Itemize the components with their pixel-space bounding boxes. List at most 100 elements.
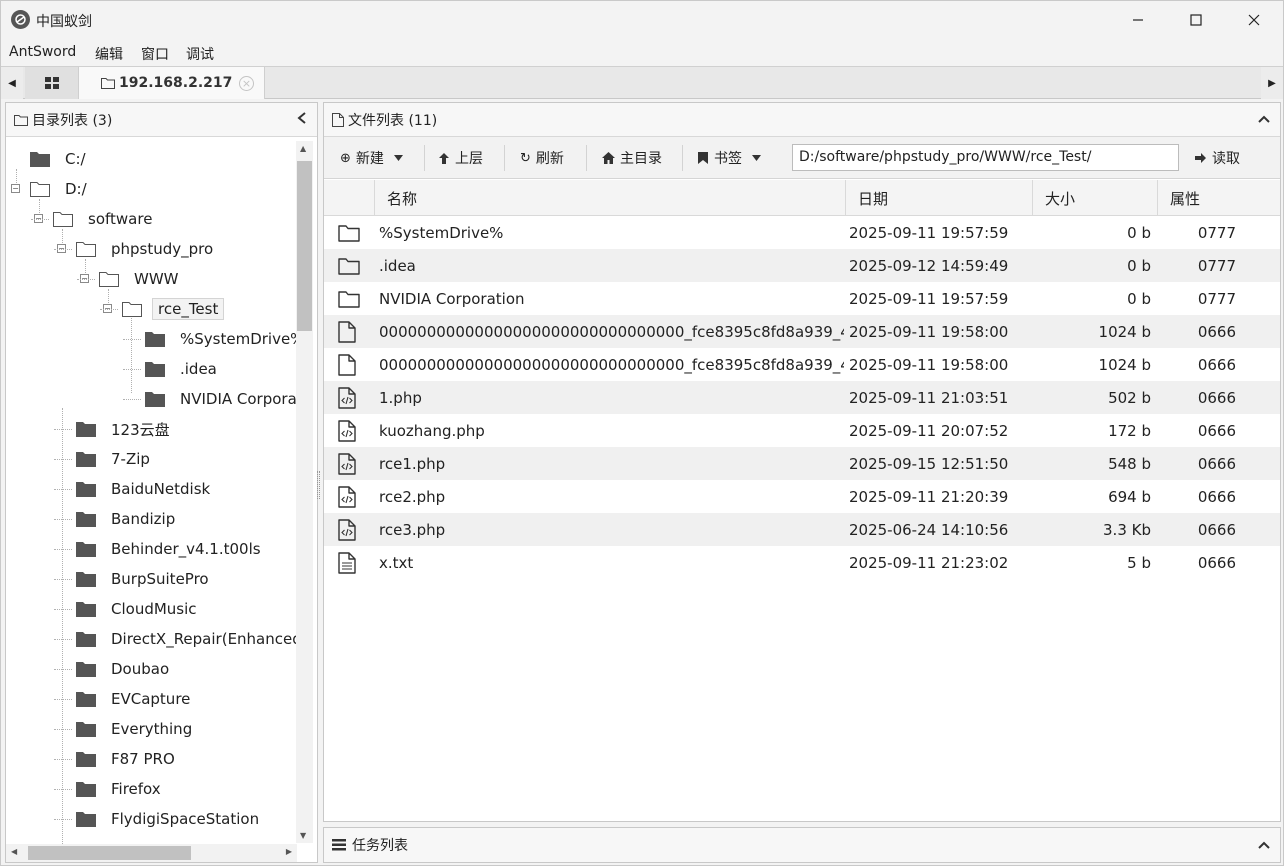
- file-row[interactable]: x.txt 2025-09-11 21:23:02 5 b 0666: [324, 546, 1280, 579]
- file-size: 3.3 Kb: [1103, 520, 1151, 539]
- folder-icon: [338, 216, 362, 249]
- home-dir-button[interactable]: 主目录: [602, 145, 662, 171]
- file-attr: 0666: [1197, 355, 1236, 374]
- collapse-panel-icon[interactable]: [297, 112, 307, 128]
- tree-node[interactable]: BurpSuitePro: [76, 564, 214, 594]
- tree-node[interactable]: software: [53, 204, 157, 234]
- tree-node[interactable]: 123云盘: [76, 414, 175, 444]
- expand-panel-icon[interactable]: [1258, 838, 1270, 854]
- scrollbar-thumb[interactable]: [28, 846, 191, 860]
- file-attr: 0666: [1197, 421, 1236, 440]
- maximize-button[interactable]: [1167, 1, 1225, 39]
- menu-edit[interactable]: 编辑: [95, 44, 123, 64]
- column-attr[interactable]: 属性: [1157, 180, 1280, 216]
- folder-icon: [76, 691, 96, 707]
- folder-icon: [145, 361, 165, 377]
- file-row[interactable]: %SystemDrive% 2025-09-11 19:57:59 0 b 0777: [324, 216, 1280, 249]
- collapse-panel-icon[interactable]: [1258, 112, 1270, 128]
- tree-node[interactable]: FlydigiSpaceStation: [76, 804, 264, 834]
- minimize-button[interactable]: [1109, 1, 1167, 39]
- code-file-icon: [338, 480, 362, 513]
- tab-scroll-left-button[interactable]: ◀: [1, 67, 23, 99]
- tree-node[interactable]: 7-Zip: [76, 444, 155, 474]
- file-icon: [338, 348, 362, 381]
- tree-node[interactable]: F87 PRO: [76, 744, 180, 774]
- tree-node[interactable]: BaiduNetdisk: [76, 474, 215, 504]
- tree-node[interactable]: Behinder_v4.1.t00ls: [76, 534, 266, 564]
- tree-node[interactable]: DirectX_Repair(Enhanced_Edition): [76, 624, 296, 654]
- tree-node[interactable]: Firefox: [76, 774, 166, 804]
- tree-node[interactable]: .idea: [145, 354, 222, 384]
- home-icon: [602, 152, 615, 164]
- file-grid-header: 名称 日期 大小 属性: [324, 180, 1280, 216]
- file-attr: 0666: [1197, 553, 1236, 572]
- file-name: rce2.php: [379, 487, 446, 506]
- tree-node[interactable]: Bandizip: [76, 504, 180, 534]
- file-row[interactable]: 1.php 2025-09-11 21:03:51 502 b 0666: [324, 381, 1280, 414]
- tree-node[interactable]: Doubao: [76, 654, 174, 684]
- file-attr: 0666: [1197, 520, 1236, 539]
- menu-debug[interactable]: 调试: [186, 44, 214, 64]
- folder-icon: [53, 211, 73, 227]
- file-row[interactable]: 00000000000000000000000000000000_fce8395…: [324, 348, 1280, 381]
- file-row[interactable]: 00000000000000000000000000000000_fce8395…: [324, 315, 1280, 348]
- file-date: 2025-09-11 20:07:52: [849, 421, 1009, 440]
- tree-node[interactable]: NVIDIA Corporation: [145, 384, 296, 414]
- column-name[interactable]: 名称: [374, 180, 845, 216]
- scroll-left-icon[interactable]: ◀: [11, 847, 17, 856]
- tree-horizontal-scrollbar[interactable]: ◀ ▶: [6, 844, 297, 862]
- tree-node[interactable]: WWW: [99, 264, 184, 294]
- bookmark-button[interactable]: 书签: [698, 145, 761, 171]
- file-row[interactable]: .idea 2025-09-12 14:59:49 0 b 0777: [324, 249, 1280, 282]
- app-window: 中国蚁剑 AntSword 编辑 窗口 调试 ◀ 192.168.2.217 ×: [0, 0, 1284, 866]
- read-button[interactable]: 读取: [1194, 145, 1240, 171]
- maximize-icon: [1190, 14, 1202, 26]
- file-row[interactable]: rce2.php 2025-09-11 21:20:39 694 b 0666: [324, 480, 1280, 513]
- new-button[interactable]: ⊕ 新建: [340, 145, 403, 171]
- tab-close-icon[interactable]: ×: [239, 76, 254, 91]
- column-size[interactable]: 大小: [1032, 180, 1157, 216]
- panel-splitter[interactable]: [317, 471, 320, 499]
- tab-home[interactable]: [25, 67, 79, 99]
- collapse-toggle-icon[interactable]: −: [11, 184, 20, 193]
- path-input[interactable]: D:/software/phpstudy_pro/WWW/rce_Test/: [792, 144, 1179, 171]
- file-name: x.txt: [379, 553, 414, 572]
- tree-node[interactable]: phpstudy_pro: [76, 234, 218, 264]
- column-date[interactable]: 日期: [845, 180, 1032, 216]
- bookmark-label: 书签: [714, 151, 742, 167]
- file-row[interactable]: rce1.php 2025-09-15 12:51:50 548 b 0666: [324, 447, 1280, 480]
- tab-shell-session[interactable]: 192.168.2.217 ×: [79, 67, 265, 99]
- up-level-button[interactable]: 上层: [438, 145, 483, 171]
- tree-node-label: Bandizip: [111, 510, 176, 528]
- file-row[interactable]: kuozhang.php 2025-09-11 20:07:52 172 b 0666: [324, 414, 1280, 447]
- scrollbar-thumb[interactable]: [297, 161, 312, 331]
- tree-node[interactable]: EVCapture: [76, 684, 195, 714]
- tree-vertical-scrollbar[interactable]: ▲ ▼: [296, 141, 313, 843]
- window-title: 中国蚁剑: [36, 14, 92, 30]
- code-file-icon: [338, 447, 362, 480]
- scroll-down-icon[interactable]: ▼: [300, 831, 306, 840]
- file-size: 502 b: [1108, 388, 1151, 407]
- tree-node[interactable]: %SystemDrive%: [145, 324, 296, 354]
- scroll-right-icon[interactable]: ▶: [286, 847, 292, 856]
- tab-scroll-right-button[interactable]: ▶: [1261, 67, 1283, 99]
- tree-node[interactable]: rce_Test: [122, 294, 225, 324]
- refresh-button[interactable]: ↻ 刷新: [520, 145, 564, 171]
- file-date: 2025-06-24 14:10:56: [849, 520, 1009, 539]
- file-attr: 0666: [1197, 454, 1236, 473]
- close-window-button[interactable]: [1225, 1, 1283, 39]
- file-attr: 0777: [1197, 256, 1236, 275]
- folder-icon: [76, 481, 96, 497]
- menu-window[interactable]: 窗口: [141, 44, 169, 64]
- refresh-icon: ↻: [520, 150, 531, 166]
- file-row[interactable]: NVIDIA Corporation 2025-09-11 19:57:59 0 b…: [324, 282, 1280, 315]
- menu-antsword[interactable]: AntSword: [9, 44, 76, 60]
- file-size: 172 b: [1108, 421, 1151, 440]
- tree-node[interactable]: Everything: [76, 714, 197, 744]
- tree-node[interactable]: C:/: [30, 144, 91, 174]
- title-bar: 中国蚁剑: [1, 1, 1283, 39]
- tree-node[interactable]: CloudMusic: [76, 594, 202, 624]
- scroll-up-icon[interactable]: ▲: [300, 144, 306, 153]
- close-icon: [1248, 14, 1260, 26]
- file-row[interactable]: rce3.php 2025-06-24 14:10:56 3.3 Kb 0666: [324, 513, 1280, 546]
